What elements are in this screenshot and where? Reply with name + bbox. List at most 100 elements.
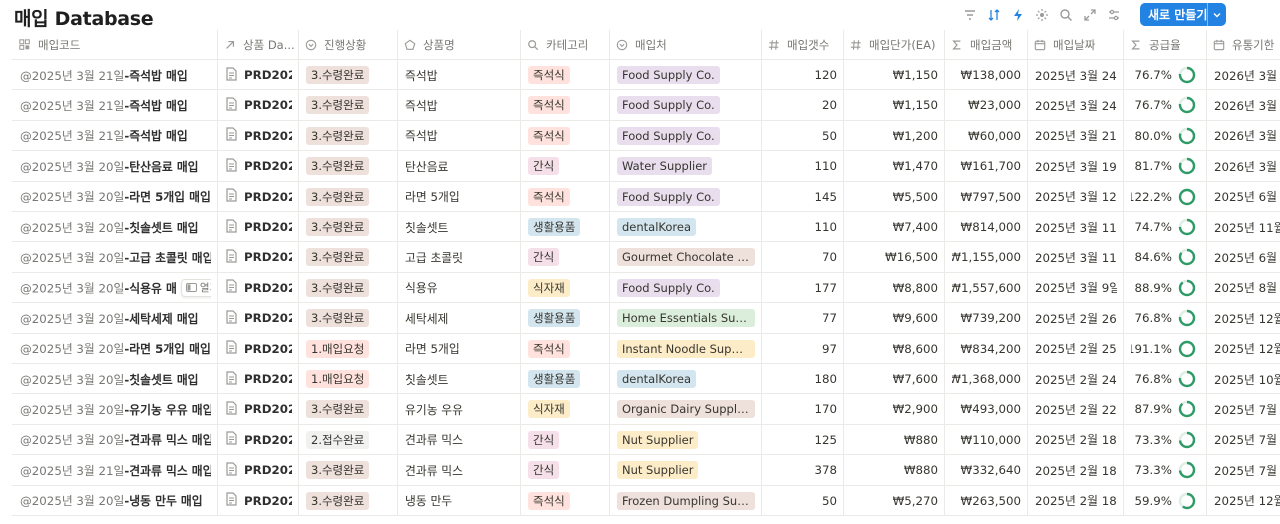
cell-date[interactable]: 2025년 2월 18일 bbox=[1035, 455, 1117, 485]
row-title[interactable]: @2025년 3월 20일-라면 5개입 매입 bbox=[20, 188, 211, 205]
column-header-status[interactable]: 진행상황 bbox=[304, 30, 393, 60]
cell-code[interactable]: @2025년 3월 20일-탄산음료 매입 bbox=[20, 151, 211, 181]
row-title[interactable]: @2025년 3월 20일-견과류 믹스 매입 bbox=[20, 431, 211, 448]
cell-product[interactable]: PRD20250 bbox=[225, 212, 292, 242]
cell-category[interactable]: 간식 bbox=[528, 151, 603, 181]
cell-category[interactable]: 간식 bbox=[528, 455, 603, 485]
cell-code[interactable]: @2025년 3월 21일-견과류 믹스 매입 bbox=[20, 455, 211, 485]
cell-supplier[interactable]: Food Supply Co. bbox=[617, 273, 755, 303]
cell-status[interactable]: 3.수령완료 bbox=[306, 486, 391, 516]
cell-name[interactable]: 즉석밥 bbox=[405, 121, 514, 151]
cell-product[interactable]: PRD20250 bbox=[225, 273, 292, 303]
row-title[interactable]: @2025년 3월 20일-고급 초콜릿 매입 bbox=[20, 249, 211, 266]
product-relation[interactable]: PRD20250 bbox=[225, 431, 292, 448]
cell-category[interactable]: 즉석식 bbox=[528, 121, 603, 151]
column-header-product[interactable]: 상품 Da... bbox=[223, 30, 294, 60]
product-relation[interactable]: PRD20250 bbox=[225, 127, 292, 144]
cell-status[interactable]: 3.수령완료 bbox=[306, 212, 391, 242]
date-mention[interactable]: @2025년 3월 21일 bbox=[20, 99, 124, 113]
date-mention[interactable]: @2025년 3월 21일 bbox=[20, 69, 124, 83]
cell-product[interactable]: PRD20250 bbox=[225, 425, 292, 455]
product-relation[interactable]: PRD20250 bbox=[225, 340, 292, 357]
cell-name[interactable]: 즉석밥 bbox=[405, 60, 514, 90]
cell-unit-price[interactable]: ₩1,150 bbox=[851, 90, 938, 120]
product-relation[interactable]: PRD20250 bbox=[225, 66, 292, 84]
cell-category[interactable]: 간식 bbox=[528, 425, 603, 455]
cell-code[interactable]: @2025년 3월 21일-즉석밥 매입 bbox=[20, 90, 211, 120]
date-mention[interactable]: @2025년 3월 21일 bbox=[20, 464, 124, 478]
cell-qty[interactable]: 110 bbox=[769, 212, 837, 242]
cell-qty[interactable]: 50 bbox=[769, 486, 837, 516]
cell-name[interactable]: 라면 5개입 bbox=[405, 182, 514, 212]
cell-status[interactable]: 3.수령완료 bbox=[306, 121, 391, 151]
cell-category[interactable]: 즉석식 bbox=[528, 182, 603, 212]
cell-expiry[interactable]: 2025년 12월 bbox=[1214, 334, 1280, 364]
cell-qty[interactable]: 120 bbox=[769, 60, 837, 90]
cell-unit-price[interactable]: ₩16,500 bbox=[851, 242, 938, 272]
row-title[interactable]: @2025년 3월 20일-칫솔셋트 매입 bbox=[20, 371, 199, 388]
cell-product[interactable]: PRD20250 bbox=[225, 182, 292, 212]
date-mention[interactable]: @2025년 3월 20일 bbox=[20, 373, 124, 387]
product-relation[interactable]: PRD20250 bbox=[225, 370, 292, 388]
cell-qty[interactable]: 20 bbox=[769, 90, 837, 120]
filter-icon[interactable] bbox=[958, 4, 982, 26]
chevron-down-icon[interactable] bbox=[1207, 3, 1226, 26]
cell-date[interactable]: 2025년 2월 22일 bbox=[1035, 394, 1117, 424]
cell-name[interactable]: 칫솔셋트 bbox=[405, 212, 514, 242]
cell-name[interactable]: 세탁세제 bbox=[405, 303, 514, 333]
row-title[interactable]: @2025년 3월 20일-식용유 매 열기 bbox=[20, 278, 211, 297]
cell-unit-price[interactable]: ₩5,270 bbox=[851, 486, 938, 516]
cell-supplier[interactable]: Food Supply Co. bbox=[617, 121, 755, 151]
cell-category[interactable]: 생활용품 bbox=[528, 303, 603, 333]
cell-product[interactable]: PRD20250 bbox=[225, 151, 292, 181]
settings-icon[interactable] bbox=[1102, 4, 1126, 26]
cell-product[interactable]: PRD20250 bbox=[225, 121, 292, 151]
cell-supplier[interactable]: Food Supply Co. bbox=[617, 90, 755, 120]
cell-code[interactable]: @2025년 3월 21일-즉석밥 매입 bbox=[20, 60, 211, 90]
cell-category[interactable]: 생활용품 bbox=[528, 364, 603, 394]
cell-name[interactable]: 유기농 우유 bbox=[405, 394, 514, 424]
cell-supplier[interactable]: Water Supplier bbox=[617, 151, 755, 181]
product-relation[interactable]: PRD20250 bbox=[225, 158, 292, 175]
row-title[interactable]: @2025년 3월 20일-냉동 만두 매입 bbox=[20, 492, 203, 509]
automation-icon[interactable] bbox=[1006, 4, 1030, 26]
date-mention[interactable]: @2025년 3월 21일 bbox=[20, 129, 124, 143]
cell-status[interactable]: 1.매입요청 bbox=[306, 334, 391, 364]
cell-product[interactable]: PRD20250 bbox=[225, 394, 292, 424]
cell-expiry[interactable]: 2025년 10월 bbox=[1214, 364, 1280, 394]
cell-date[interactable]: 2025년 3월 24일 bbox=[1035, 60, 1117, 90]
cell-name[interactable]: 고급 초콜릿 bbox=[405, 242, 514, 272]
cell-expiry[interactable]: 2025년 7월 1 bbox=[1214, 425, 1280, 455]
cell-name[interactable]: 견과류 믹스 bbox=[405, 455, 514, 485]
cell-qty[interactable]: 110 bbox=[769, 151, 837, 181]
cell-status[interactable]: 3.수령완료 bbox=[306, 60, 391, 90]
cell-date[interactable]: 2025년 3월 11일 bbox=[1035, 242, 1117, 272]
cell-unit-price[interactable]: ₩7,400 bbox=[851, 212, 938, 242]
cell-date[interactable]: 2025년 2월 18일 bbox=[1035, 425, 1117, 455]
product-relation[interactable]: PRD20250 bbox=[225, 310, 292, 327]
cell-status[interactable]: 3.수령완료 bbox=[306, 90, 391, 120]
column-header-category[interactable]: 카테고리 bbox=[526, 30, 605, 60]
cell-supplier[interactable]: Food Supply Co. bbox=[617, 182, 755, 212]
row-title[interactable]: @2025년 3월 21일-견과류 믹스 매입 bbox=[20, 462, 211, 479]
cell-name[interactable]: 냉동 만두 bbox=[405, 486, 514, 516]
cell-name[interactable]: 견과류 믹스 bbox=[405, 425, 514, 455]
cell-unit-price[interactable]: ₩8,800 bbox=[851, 273, 938, 303]
cell-status[interactable]: 2.접수완료 bbox=[306, 425, 391, 455]
cell-code[interactable]: @2025년 3월 20일-유기농 우유 매입 bbox=[20, 394, 211, 424]
column-header-supply_rate[interactable]: 공급율 bbox=[1129, 30, 1202, 60]
cell-supplier[interactable]: Nut Supplier bbox=[617, 455, 755, 485]
cell-date[interactable]: 2025년 2월 24일 bbox=[1035, 364, 1117, 394]
open-button[interactable]: 열기 bbox=[180, 278, 211, 297]
row-title[interactable]: @2025년 3월 20일-칫솔셋트 매입 bbox=[20, 219, 199, 236]
column-header-qty[interactable]: 매입갯수 bbox=[767, 30, 839, 60]
date-mention[interactable]: @2025년 3월 20일 bbox=[20, 342, 124, 356]
cell-code[interactable]: @2025년 3월 20일-칫솔셋트 매입 bbox=[20, 212, 211, 242]
cell-qty[interactable]: 50 bbox=[769, 121, 837, 151]
product-relation[interactable]: PRD20250 bbox=[225, 462, 292, 479]
cell-qty[interactable]: 145 bbox=[769, 182, 837, 212]
column-header-supplier[interactable]: 매입처 bbox=[615, 30, 757, 60]
cell-expiry[interactable]: 2025년 7월 1 bbox=[1214, 455, 1280, 485]
date-mention[interactable]: @2025년 3월 20일 bbox=[20, 190, 124, 204]
cell-code[interactable]: @2025년 3월 20일-식용유 매 열기 bbox=[20, 273, 211, 303]
